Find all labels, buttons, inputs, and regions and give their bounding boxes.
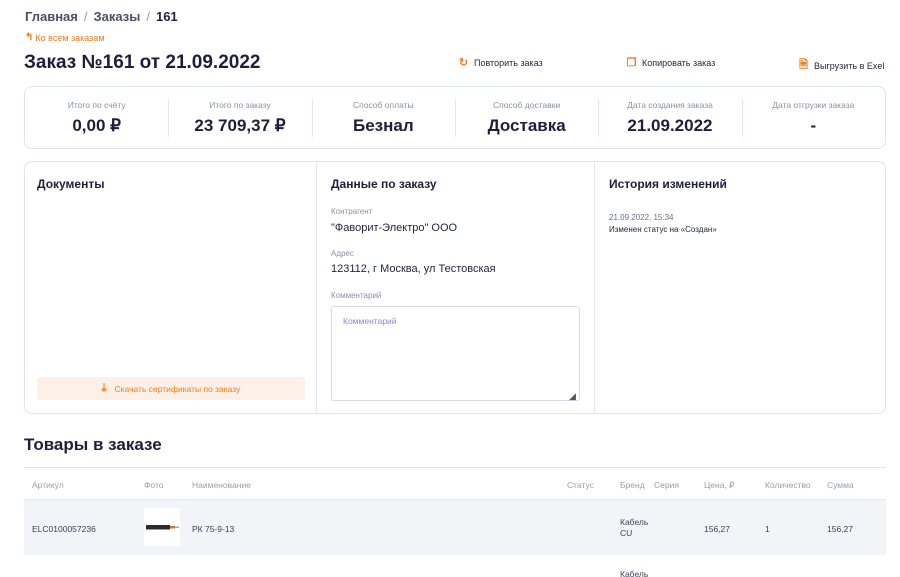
cell-brand: Кабель <box>620 569 649 577</box>
summary-value: Доставка <box>487 116 566 135</box>
cell-article: ELC0100057236 <box>32 524 96 534</box>
cell-name[interactable]: РК 75-9-13 <box>192 524 234 534</box>
summary-payment-method: Способ оплаты Безнал <box>311 87 455 148</box>
cell-brand-line1: Кабель <box>620 517 649 527</box>
copy-order-button[interactable]: ❐ Копировать заказ <box>626 56 716 69</box>
export-excel-label: Выгрузить в Exel <box>814 60 885 71</box>
cell-sum: 156,27 <box>827 524 853 534</box>
export-excel-button[interactable]: 🗎 Выгрузить в Exel <box>798 56 884 75</box>
summary-value: - <box>810 116 817 135</box>
comment-label: Комментарий <box>331 291 382 300</box>
col-article[interactable]: Артикул <box>32 480 64 490</box>
cell-brand: Кабель CU <box>620 517 648 539</box>
breadcrumb: Главная / Заказы / 161 <box>25 9 178 24</box>
breadcrumb-separator: / <box>146 9 150 24</box>
col-sum[interactable]: Сумма <box>827 480 854 490</box>
order-summary: Итого по счёту 0,00 ₽ Итого по заказу 23… <box>24 86 886 149</box>
refresh-icon: ↻ <box>458 57 469 69</box>
history-entry-date: 21.09.2022, 15:34 <box>609 213 674 222</box>
col-brand[interactable]: Бренд <box>620 480 645 490</box>
summary-label: Итого по заказу <box>209 100 271 110</box>
excel-file-icon: 🗎 <box>799 59 808 71</box>
repeat-order-label: Повторить заказ <box>474 57 543 68</box>
summary-value: 21.09.2022 <box>627 116 713 135</box>
order-data-section: Данные по заказу Контрагент "Фаворит-Эле… <box>316 162 594 413</box>
goods-table: Артикул Фото Наименование Статус Бренд С… <box>24 467 886 577</box>
order-details-panel: Документы ⤓ Скачать сертификаты по заказ… <box>24 161 886 414</box>
summary-created-date: Дата создания заказа 21.09.2022 <box>598 87 741 148</box>
documents-section: Документы ⤓ Скачать сертификаты по заказ… <box>25 162 316 413</box>
history-entry-text: Изменен статус на «Создан» <box>609 225 717 234</box>
download-certificates-button[interactable]: ⤓ Скачать сертификаты по заказу <box>37 377 305 400</box>
col-status[interactable]: Статус <box>567 480 594 490</box>
table-row[interactable]: Кабель <box>24 555 886 577</box>
breadcrumb-home[interactable]: Главная <box>25 9 78 24</box>
summary-value: 0,00 ₽ <box>72 116 121 135</box>
summary-label: Дата создания заказа <box>627 100 713 110</box>
table-row[interactable]: ELC0100057236 РК 75-9-13 Кабель CU 156,2… <box>24 500 886 555</box>
arrow-up-left-icon: ↰ <box>25 32 34 43</box>
summary-value: Безнал <box>352 116 414 135</box>
summary-label: Способ доставки <box>493 100 561 110</box>
col-photo: Фото <box>144 480 164 490</box>
summary-label: Дата отгрузки заказа <box>772 100 855 110</box>
summary-invoice-total: Итого по счёту 0,00 ₽ <box>25 87 168 148</box>
cell-price: 156,27 <box>704 524 730 534</box>
download-certificates-label: Скачать сертификаты по заказу <box>114 383 241 394</box>
summary-shipment-date: Дата отгрузки заказа - <box>741 87 885 148</box>
address-value: 123112, г Москва, ул Тестовская <box>331 263 496 275</box>
col-name[interactable]: Наименование <box>192 480 251 490</box>
documents-title: Документы <box>37 177 105 191</box>
cable-photo[interactable] <box>144 508 180 546</box>
goods-title: Товары в заказе <box>24 435 162 454</box>
order-data-title: Данные по заказу <box>331 177 437 191</box>
repeat-order-button[interactable]: ↻ Повторить заказ <box>458 56 543 69</box>
table-header: Артикул Фото Наименование Статус Бренд С… <box>24 467 886 500</box>
summary-delivery-method: Способ доставки Доставка <box>454 87 598 148</box>
col-price[interactable]: Цена, ₽ <box>704 480 735 491</box>
back-link-label: Ко всем заказам <box>35 32 105 43</box>
breadcrumb-separator: / <box>83 9 88 24</box>
summary-label: Способ оплаты <box>353 100 414 110</box>
counterparty-value: "Фаворит-Электро" ООО <box>331 222 458 234</box>
download-icon: ⤓ <box>101 382 107 394</box>
history-title: История изменений <box>609 177 727 191</box>
summary-order-total: Итого по заказу 23 709,37 ₽ <box>168 87 311 148</box>
copy-order-label: Копировать заказ <box>642 57 716 68</box>
history-section: История изменений 21.09.2022, 15:34 Изме… <box>594 162 887 413</box>
col-quantity[interactable]: Количество <box>765 480 811 490</box>
copy-icon: ❐ <box>626 57 637 69</box>
cell-quantity: 1 <box>765 524 770 534</box>
address-label: Адрес <box>331 249 354 258</box>
back-to-orders-link[interactable]: ↰ Ко всем заказам <box>25 32 105 43</box>
comment-textarea[interactable] <box>331 306 580 401</box>
breadcrumb-current: 161 <box>155 9 178 24</box>
cell-brand-line2: CU <box>620 528 633 538</box>
order-actions: ↻ Повторить заказ ❐ Копировать заказ 🗎 В… <box>0 56 900 72</box>
summary-label: Итого по счёту <box>67 100 126 110</box>
breadcrumb-orders[interactable]: Заказы <box>94 9 141 24</box>
summary-value: 23 709,37 ₽ <box>194 116 286 135</box>
col-series[interactable]: Серия <box>654 480 679 490</box>
counterparty-label: Контрагент <box>331 207 373 216</box>
